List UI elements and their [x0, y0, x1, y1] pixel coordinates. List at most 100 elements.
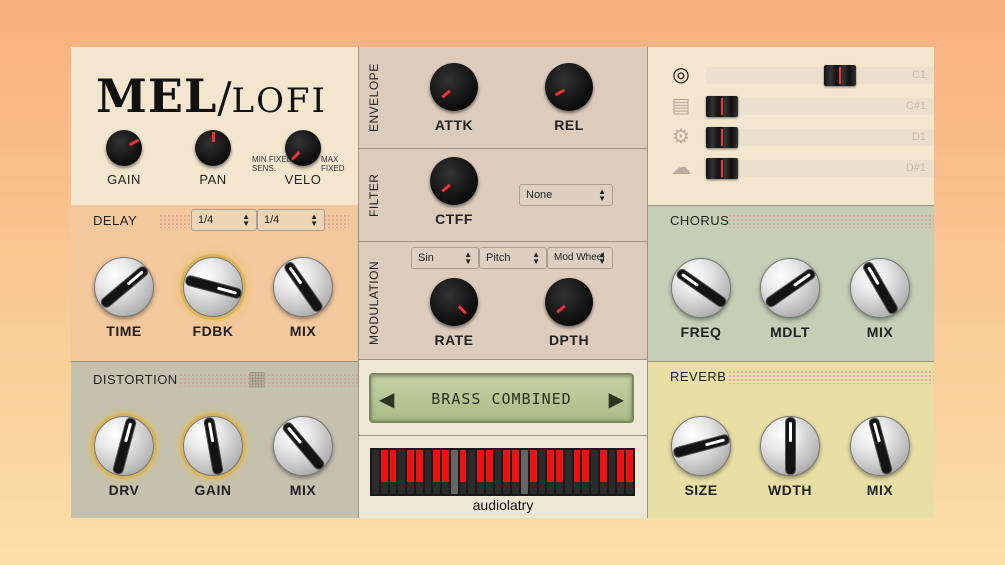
piano-key[interactable]: [494, 450, 502, 494]
filter-type-select[interactable]: None ▲ ▼: [519, 184, 613, 206]
envelope-attk-knob[interactable]: [430, 63, 478, 111]
modulation-shape-value: Sin: [418, 252, 434, 264]
reverb-panel: REVERB SIZE WDTH MIX: [648, 361, 934, 518]
piano-key[interactable]: [556, 450, 563, 494]
envelope-attk-label: ATTK: [434, 117, 474, 133]
piano-key[interactable]: [538, 450, 546, 494]
logo-slash: /: [217, 73, 232, 122]
piano-key[interactable]: [459, 450, 467, 494]
modulation-rate-label: RATE: [434, 332, 474, 348]
mapping-slider-track[interactable]: C1: [706, 65, 934, 86]
reverb-size-knob[interactable]: [671, 416, 731, 476]
piano-key[interactable]: [389, 450, 397, 494]
piano-key[interactable]: [626, 450, 633, 494]
piano-key[interactable]: [512, 450, 520, 494]
gear-icon[interactable]: ⚙: [669, 125, 693, 149]
chorus-mdlt-knob[interactable]: [760, 258, 820, 318]
distortion-drv-group: DRV: [89, 416, 159, 498]
mapping-slider-track[interactable]: C#1: [706, 96, 934, 117]
modulation-dpth-group: DPTH: [534, 278, 604, 348]
piano-key[interactable]: [415, 450, 423, 494]
reverb-mix-label: MIX: [866, 482, 894, 498]
cloud-icon[interactable]: ☁: [669, 156, 693, 180]
delay-fdbk-knob[interactable]: [183, 257, 243, 317]
chorus-freq-group: FREQ: [666, 258, 736, 340]
piano-key[interactable]: [599, 450, 607, 494]
piano-key[interactable]: [407, 450, 414, 494]
keyboard[interactable]: [370, 448, 635, 496]
updown-icon: ▲ ▼: [598, 250, 606, 266]
mapping-slider-thumb[interactable]: [823, 65, 856, 86]
piano-key[interactable]: [617, 450, 625, 494]
delay-sync-right-select[interactable]: 1/4 ▲ ▼: [257, 209, 325, 231]
piano-key[interactable]: [372, 450, 379, 494]
amp-icon[interactable]: ▦: [245, 367, 269, 391]
distortion-gain-group: GAIN: [178, 416, 248, 498]
distortion-gain-label: GAIN: [194, 482, 232, 498]
reverb-mix-knob[interactable]: [850, 416, 910, 476]
modulation-source-select[interactable]: Mod Wheel ▲ ▼: [547, 247, 613, 269]
distortion-drv-knob[interactable]: [94, 416, 154, 476]
piano-key[interactable]: [442, 450, 449, 494]
piano-key[interactable]: [573, 450, 581, 494]
delay-fdbk-group: FDBK: [178, 257, 248, 339]
modulation-shape-select[interactable]: Sin ▲ ▼: [411, 247, 479, 269]
piano-key[interactable]: [503, 450, 511, 494]
piano-key[interactable]: [547, 450, 555, 494]
mapping-slider-track[interactable]: D1: [706, 127, 934, 148]
chorus-mix-knob[interactable]: [850, 258, 910, 318]
piano-key[interactable]: [380, 450, 388, 494]
target-icon[interactable]: ◎: [669, 63, 693, 87]
piano-key[interactable]: [424, 450, 432, 494]
piano-key[interactable]: [608, 450, 616, 494]
pan-knob[interactable]: [195, 130, 231, 166]
reverb-wdth-knob[interactable]: [760, 416, 820, 476]
reverb-wdth-label: WDTH: [768, 482, 812, 498]
modulation-target-select[interactable]: Pitch ▲ ▼: [479, 247, 547, 269]
mapping-slider-thumb[interactable]: [706, 158, 738, 179]
reverb-mix-group: MIX: [845, 416, 915, 498]
piano-key[interactable]: [485, 450, 493, 494]
envelope-title: ENVELOPE: [367, 63, 381, 132]
piano-key[interactable]: [521, 450, 528, 494]
piano-key[interactable]: [529, 450, 537, 494]
distortion-mix-label: MIX: [289, 482, 317, 498]
reverb-size-label: SIZE: [684, 482, 718, 498]
piano-key[interactable]: [398, 450, 406, 494]
modulation-dpth-knob[interactable]: [545, 278, 593, 326]
delay-time-label: TIME: [106, 323, 142, 339]
logo-sub: LOFI: [231, 81, 327, 121]
gain-knob[interactable]: [106, 130, 142, 166]
mapping-slider-thumb[interactable]: [706, 127, 738, 148]
modulation-panel: MODULATION Sin ▲ ▼ Pitch ▲ ▼ Mod Wheel ▲ ▼ RAT…: [359, 242, 647, 360]
velo-sens-label: SENS.: [252, 164, 277, 173]
chorus-dots: [728, 214, 934, 228]
reverb-wdth-group: WDTH: [755, 416, 825, 498]
piano-key[interactable]: [477, 450, 484, 494]
filter-type-value: None: [526, 189, 553, 201]
distortion-mix-group: MIX: [268, 416, 338, 498]
distortion-mix-knob[interactable]: [273, 416, 333, 476]
delay-mix-knob[interactable]: [273, 257, 333, 317]
piano-key[interactable]: [564, 450, 572, 494]
piano-key[interactable]: [582, 450, 590, 494]
envelope-rel-knob[interactable]: [545, 63, 593, 111]
piano-key[interactable]: [591, 450, 598, 494]
preset-display: ◀ BRASS COMBINED ▶: [369, 373, 634, 423]
distortion-gain-knob[interactable]: [183, 416, 243, 476]
piano-key[interactable]: [468, 450, 476, 494]
delay-sync-left-select[interactable]: 1/4 ▲ ▼: [191, 209, 257, 231]
modulation-rate-knob[interactable]: [430, 278, 478, 326]
mapping-slider-track[interactable]: D#1: [706, 158, 934, 179]
chorus-freq-knob[interactable]: [671, 258, 731, 318]
radio-icon[interactable]: ▤: [669, 94, 693, 118]
preset-name: BRASS COMBINED: [431, 390, 572, 408]
filter-ctff-knob[interactable]: [430, 157, 478, 205]
delay-time-knob[interactable]: [94, 257, 154, 317]
piano-key[interactable]: [433, 450, 441, 494]
header-panel: MEL/LOFI GAIN PAN VELO MIN FIXED SENS. M…: [71, 47, 358, 205]
mapping-slider-thumb[interactable]: [706, 96, 738, 117]
delay-fdbk-label: FDBK: [192, 323, 234, 339]
piano-key[interactable]: [450, 450, 458, 494]
next-preset-icon[interactable]: ▶: [609, 387, 624, 412]
